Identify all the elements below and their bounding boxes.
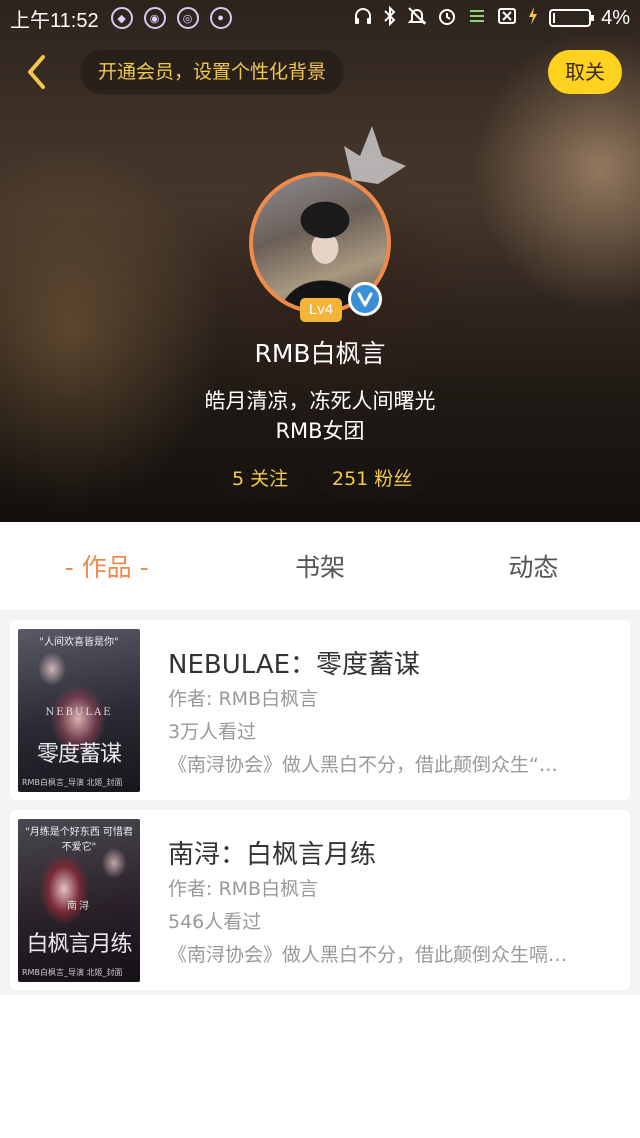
profile-tabs: - 作品 - 书架 动态 bbox=[0, 522, 640, 610]
book-title[interactable]: NEBULAE：零度蓄谋 bbox=[168, 644, 420, 681]
mute-icon bbox=[407, 6, 427, 31]
book-author: 作者: RMB白枫言 bbox=[168, 878, 319, 900]
sim-off-icon bbox=[497, 6, 517, 31]
level-badge: Lv4 bbox=[300, 298, 342, 322]
book-card[interactable]: "月练是个好东西 可惜君不爱它" 南浔 白枫言月练 RMB白枫言_导演 北姬_封… bbox=[10, 810, 630, 990]
book-title[interactable]: 南浔：白枫言月练 bbox=[168, 834, 376, 871]
unfollow-button[interactable]: 取关 bbox=[548, 50, 622, 94]
book-card[interactable]: "人间欢喜皆是你" NEBULAE 零度蓄谋 RMB白枫言_导演 北姬_封面 N… bbox=[10, 620, 630, 800]
member-background-prompt[interactable]: 开通会员，设置个性化背景 bbox=[80, 50, 345, 94]
book-views: 546人看过 bbox=[168, 911, 262, 933]
book-views: 3万人看过 bbox=[168, 721, 257, 743]
app-icon-3: ◎ bbox=[176, 7, 199, 29]
book-cover[interactable]: "月练是个好东西 可惜君不爱它" 南浔 白枫言月练 RMB白枫言_导演 北姬_封… bbox=[18, 819, 140, 982]
cover-tagline: "人间欢喜皆是你" bbox=[39, 637, 119, 648]
status-bar: 上午11:52 ◆ ◉ ◎ ● 4% bbox=[0, 0, 640, 36]
cover-credit: RMB白枫言_导演 北姬_封面 bbox=[22, 968, 123, 977]
book-list: "人间欢喜皆是你" NEBULAE 零度蓄谋 RMB白枫言_导演 北姬_封面 N… bbox=[10, 620, 630, 1000]
bio-line-2: RMB女团 bbox=[275, 419, 365, 443]
username: RMB白枫言 bbox=[254, 339, 386, 368]
following-count[interactable]: 5 关注 bbox=[216, 460, 305, 498]
followers-count[interactable]: 251 粉丝 bbox=[316, 460, 429, 498]
book-cover[interactable]: "人间欢喜皆是你" NEBULAE 零度蓄谋 RMB白枫言_导演 北姬_封面 bbox=[18, 629, 140, 792]
signal-icon bbox=[467, 6, 487, 31]
cover-tagline: "月练是个好东西 可惜君不爱它" bbox=[25, 827, 133, 853]
battery-icon bbox=[549, 9, 595, 27]
book-description: 《南浔协会》做人黑白不分，借此颠倒众生嗝… bbox=[168, 944, 568, 966]
app-icon-2: ◉ bbox=[143, 7, 166, 29]
crown-icon bbox=[338, 122, 410, 192]
cover-subtitle: 南浔 bbox=[67, 901, 91, 912]
cover-subtitle: NEBULAE bbox=[45, 707, 113, 718]
bluetooth-icon bbox=[383, 5, 397, 31]
book-author: 作者: RMB白枫言 bbox=[168, 688, 319, 710]
cover-title: 白枫言月练 bbox=[26, 932, 132, 957]
bio: 皓月清凉，冻死人间曙光 RMB女团 bbox=[0, 386, 640, 446]
cover-credit: RMB白枫言_导演 北姬_封面 bbox=[22, 778, 123, 787]
battery-level bbox=[553, 13, 556, 23]
bio-line-1: 皓月清凉，冻死人间曙光 bbox=[204, 389, 436, 413]
battery-percent: 4% bbox=[601, 6, 630, 29]
tab-works[interactable]: - 作品 - bbox=[0, 548, 213, 584]
headphones-icon bbox=[353, 6, 373, 31]
cover-title: 零度蓄谋 bbox=[36, 742, 122, 767]
back-button[interactable] bbox=[18, 52, 58, 92]
tab-bookshelf[interactable]: 书架 bbox=[213, 548, 426, 584]
empty-area bbox=[0, 995, 640, 1138]
app-icon-4: ● bbox=[209, 7, 232, 29]
tab-activity[interactable]: 动态 bbox=[427, 548, 640, 584]
shield-app-icon: ◆ bbox=[110, 7, 133, 29]
book-description: 《南浔协会》做人黑白不分，借此颠倒众生“… bbox=[168, 754, 558, 776]
chevron-left-icon bbox=[28, 55, 45, 89]
charging-icon bbox=[527, 6, 539, 31]
alarm-icon bbox=[437, 6, 457, 31]
status-time: 上午11:52 bbox=[10, 9, 99, 32]
verified-icon bbox=[348, 282, 382, 316]
